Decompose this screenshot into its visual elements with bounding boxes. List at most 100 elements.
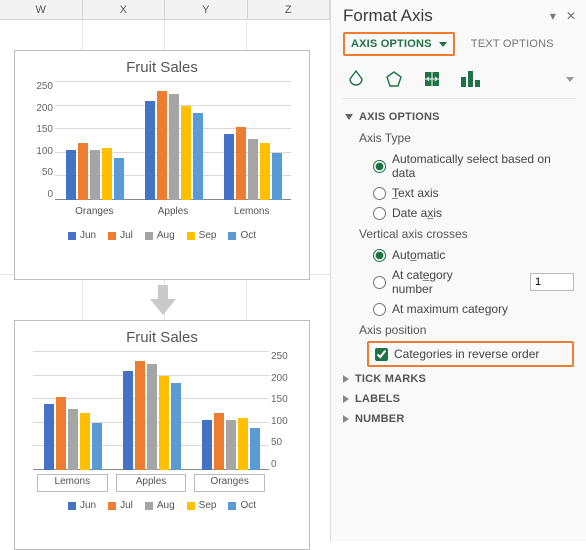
triangle-down-icon bbox=[345, 114, 353, 120]
x-axis[interactable]: OrangesApplesLemons bbox=[55, 202, 291, 222]
bar[interactable] bbox=[272, 153, 282, 200]
bar[interactable] bbox=[56, 397, 66, 470]
bar[interactable] bbox=[248, 139, 258, 200]
bar[interactable] bbox=[68, 409, 78, 470]
at-category-number-input[interactable] bbox=[530, 273, 574, 291]
fill-line-icon[interactable] bbox=[345, 68, 367, 90]
legend[interactable]: Jun Jul Aug Sep Oct bbox=[15, 492, 309, 517]
axis-type-label: Axis Type bbox=[345, 127, 574, 149]
axis-options-icon[interactable] bbox=[459, 68, 481, 90]
radio-input[interactable] bbox=[373, 303, 386, 316]
bar[interactable] bbox=[159, 376, 169, 470]
bar[interactable] bbox=[66, 150, 76, 200]
col-header[interactable]: X bbox=[83, 0, 166, 19]
legend-item[interactable]: Aug bbox=[145, 500, 175, 511]
tab-label: AXIS OPTIONS bbox=[351, 38, 432, 50]
grid-area bbox=[33, 352, 269, 470]
category-label[interactable]: Oranges bbox=[55, 202, 134, 222]
bar[interactable] bbox=[90, 150, 100, 200]
bar[interactable] bbox=[80, 413, 90, 470]
radio-label: At maximum category bbox=[392, 302, 508, 316]
bar[interactable] bbox=[44, 404, 54, 470]
radio-input[interactable] bbox=[373, 160, 386, 173]
bar[interactable] bbox=[214, 413, 224, 470]
bar[interactable] bbox=[250, 428, 260, 470]
col-header[interactable]: Y bbox=[165, 0, 248, 19]
legend-item[interactable]: Jul bbox=[108, 500, 133, 511]
effects-icon[interactable] bbox=[383, 68, 405, 90]
plot-area[interactable]: 250200150100500 Lemons Apples Oranges bbox=[25, 352, 299, 492]
radio-crosses-automatic[interactable]: Automatic bbox=[345, 245, 574, 265]
legend-item[interactable]: Sep bbox=[187, 230, 217, 241]
category-label[interactable]: Apples bbox=[116, 474, 187, 492]
section-toggle-number[interactable]: NUMBER bbox=[343, 409, 576, 429]
category-label[interactable]: Apples bbox=[134, 202, 213, 222]
y-axis[interactable]: 250200150100500 bbox=[271, 352, 299, 470]
task-pane-options-icon[interactable]: ▾ bbox=[550, 9, 556, 23]
bar[interactable] bbox=[238, 418, 248, 470]
legend-item[interactable]: Oct bbox=[228, 500, 256, 511]
size-properties-icon[interactable] bbox=[421, 68, 443, 90]
bar[interactable] bbox=[260, 143, 270, 200]
bar[interactable] bbox=[92, 423, 102, 470]
bar[interactable] bbox=[145, 101, 155, 200]
chart-title[interactable]: Fruit Sales bbox=[15, 321, 309, 352]
category-label[interactable]: Lemons bbox=[37, 474, 108, 492]
legend-item[interactable]: Jun bbox=[68, 500, 96, 511]
legend-swatch bbox=[187, 232, 195, 240]
radio-input[interactable] bbox=[373, 207, 386, 220]
col-header[interactable]: Z bbox=[248, 0, 331, 19]
bar[interactable] bbox=[135, 361, 145, 470]
bar[interactable] bbox=[102, 148, 112, 200]
bar[interactable] bbox=[236, 127, 246, 200]
plot-area[interactable]: 250200150100500 OrangesApplesLemons bbox=[25, 82, 299, 222]
radio-axis-type-date[interactable]: Date axis bbox=[345, 203, 574, 223]
bar[interactable] bbox=[193, 113, 203, 200]
chart-bottom[interactable]: Fruit Sales 250200150100500 Lemons Apples… bbox=[14, 320, 310, 550]
checkbox-label: Categories in reverse order bbox=[394, 347, 539, 361]
tab-text-options[interactable]: TEXT OPTIONS bbox=[471, 36, 554, 52]
bar[interactable] bbox=[181, 106, 191, 200]
col-header[interactable]: W bbox=[0, 0, 83, 19]
bar[interactable] bbox=[123, 371, 133, 470]
bar[interactable] bbox=[114, 158, 124, 200]
radio-input[interactable] bbox=[373, 187, 386, 200]
chevron-down-icon[interactable] bbox=[566, 77, 574, 82]
y-axis[interactable]: 250200150100500 bbox=[25, 82, 53, 200]
bar[interactable] bbox=[171, 383, 181, 470]
bar[interactable] bbox=[202, 420, 212, 470]
tab-axis-options[interactable]: AXIS OPTIONS bbox=[351, 36, 447, 52]
radio-crosses-at-maximum[interactable]: At maximum category bbox=[345, 299, 574, 319]
legend-item[interactable]: Oct bbox=[228, 230, 256, 241]
radio-crosses-at-category[interactable]: At categorynumber bbox=[345, 265, 574, 299]
bar[interactable] bbox=[147, 364, 157, 470]
legend-item[interactable]: Sep bbox=[187, 500, 217, 511]
legend-item[interactable]: Jun bbox=[68, 230, 96, 241]
legend-item[interactable]: Aug bbox=[145, 230, 175, 241]
legend-swatch bbox=[68, 232, 76, 240]
x-axis[interactable]: Lemons Apples Oranges bbox=[33, 472, 269, 492]
radio-axis-type-auto[interactable]: Automatically select based on data bbox=[345, 149, 574, 183]
close-icon[interactable]: ✕ bbox=[566, 9, 576, 23]
checkbox-categories-reverse[interactable]: Categories in reverse order bbox=[367, 341, 574, 367]
bar[interactable] bbox=[157, 91, 167, 200]
section-toggle-labels[interactable]: LABELS bbox=[343, 389, 576, 409]
bar[interactable] bbox=[169, 94, 179, 200]
category-label[interactable]: Oranges bbox=[194, 474, 265, 492]
radio-input[interactable] bbox=[373, 276, 386, 289]
chart-top[interactable]: Fruit Sales 250200150100500 OrangesApple… bbox=[14, 50, 310, 280]
cells-area[interactable]: Fruit Sales 250200150100500 OrangesApple… bbox=[0, 20, 330, 541]
legend-item[interactable]: Jul bbox=[108, 230, 133, 241]
category-label[interactable]: Lemons bbox=[212, 202, 291, 222]
section-toggle-axis-options[interactable]: AXIS OPTIONS bbox=[345, 107, 574, 127]
legend-swatch bbox=[108, 232, 116, 240]
bar[interactable] bbox=[226, 420, 236, 470]
legend[interactable]: Jun Jul Aug Sep Oct bbox=[15, 222, 309, 247]
section-toggle-tick-marks[interactable]: TICK MARKS bbox=[343, 369, 576, 389]
radio-axis-type-text[interactable]: Text axis bbox=[345, 183, 574, 203]
radio-input[interactable] bbox=[373, 249, 386, 262]
checkbox-input[interactable] bbox=[375, 348, 388, 361]
bar[interactable] bbox=[224, 134, 234, 200]
chart-title[interactable]: Fruit Sales bbox=[15, 51, 309, 82]
bar[interactable] bbox=[78, 143, 88, 200]
